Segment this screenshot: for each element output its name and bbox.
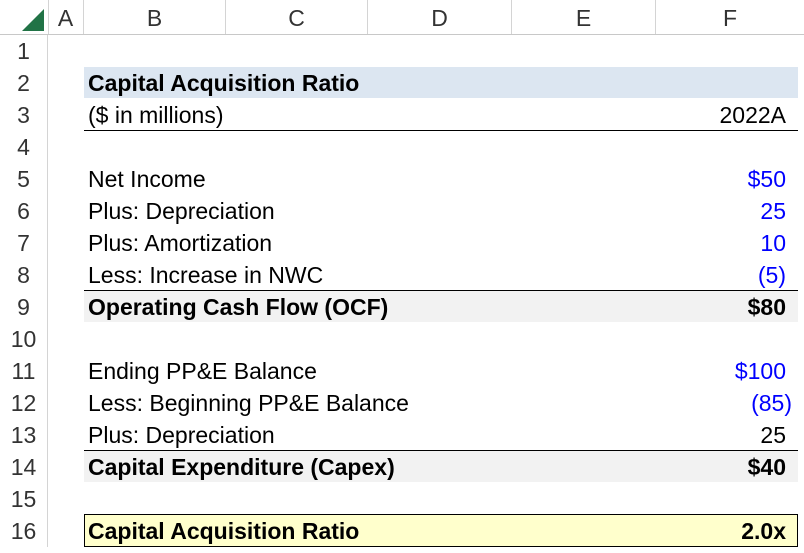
column-header-a[interactable]: A (48, 0, 84, 34)
column-header-d[interactable]: D (368, 0, 512, 34)
column-header-b[interactable]: B (84, 0, 226, 34)
row-header-3[interactable]: 3 (0, 99, 48, 131)
row-header-5[interactable]: 5 (0, 163, 48, 195)
row-header-9[interactable]: 9 (0, 291, 48, 323)
row-header-10[interactable]: 10 (0, 323, 48, 355)
depreciation-label[interactable]: Plus: Depreciation (88, 195, 275, 227)
amortization-label[interactable]: Plus: Amortization (88, 227, 272, 259)
units-label[interactable]: ($ in millions) (88, 99, 223, 131)
depreciation-value[interactable]: 25 (760, 195, 786, 227)
year-header[interactable]: 2022A (719, 99, 786, 131)
beginning-ppe-value[interactable]: (85) (751, 387, 792, 419)
ending-ppe-value[interactable]: $100 (735, 355, 786, 387)
amortization-value[interactable]: 10 (760, 227, 786, 259)
select-all-triangle-icon (22, 9, 44, 31)
beginning-ppe-label[interactable]: Less: Beginning PP&E Balance (88, 387, 409, 419)
row-header-11[interactable]: 11 (0, 355, 48, 387)
net-income-value[interactable]: $50 (748, 163, 786, 195)
ocf-total-value[interactable]: $80 (748, 291, 786, 323)
model-title[interactable]: Capital Acquisition Ratio (88, 67, 359, 99)
row-header-8[interactable]: 8 (0, 259, 48, 291)
select-all-corner[interactable] (0, 0, 49, 34)
column-header-c[interactable]: C (226, 0, 368, 34)
capex-depreciation-label[interactable]: Plus: Depreciation (88, 419, 275, 451)
row-header-14[interactable]: 14 (0, 451, 48, 483)
capex-total-label[interactable]: Capital Expenditure (Capex) (88, 451, 395, 483)
ratio-label[interactable]: Capital Acquisition Ratio (88, 515, 359, 547)
column-header-f[interactable]: F (656, 0, 804, 34)
row-header-1[interactable]: 1 (0, 35, 48, 67)
capex-total-value[interactable]: $40 (748, 451, 786, 483)
net-income-label[interactable]: Net Income (88, 163, 206, 195)
row-header-16[interactable]: 16 (0, 515, 48, 547)
ending-ppe-label[interactable]: Ending PP&E Balance (88, 355, 317, 387)
row-header-6[interactable]: 6 (0, 195, 48, 227)
row-header-7[interactable]: 7 (0, 227, 48, 259)
column-header-e[interactable]: E (512, 0, 656, 34)
header-underline (84, 130, 798, 131)
row-header-12[interactable]: 12 (0, 387, 48, 419)
nwc-label[interactable]: Less: Increase in NWC (88, 259, 323, 291)
column-header-bar: A B C D E F (0, 0, 804, 35)
row-header-13[interactable]: 13 (0, 419, 48, 451)
row-header-2[interactable]: 2 (0, 67, 48, 99)
ocf-total-label[interactable]: Operating Cash Flow (OCF) (88, 291, 388, 323)
row-header-15[interactable]: 15 (0, 483, 48, 515)
row-header-4[interactable]: 4 (0, 131, 48, 163)
capex-depreciation-value[interactable]: 25 (760, 419, 786, 451)
ratio-value[interactable]: 2.0x (741, 515, 786, 547)
nwc-value[interactable]: (5) (758, 259, 786, 291)
